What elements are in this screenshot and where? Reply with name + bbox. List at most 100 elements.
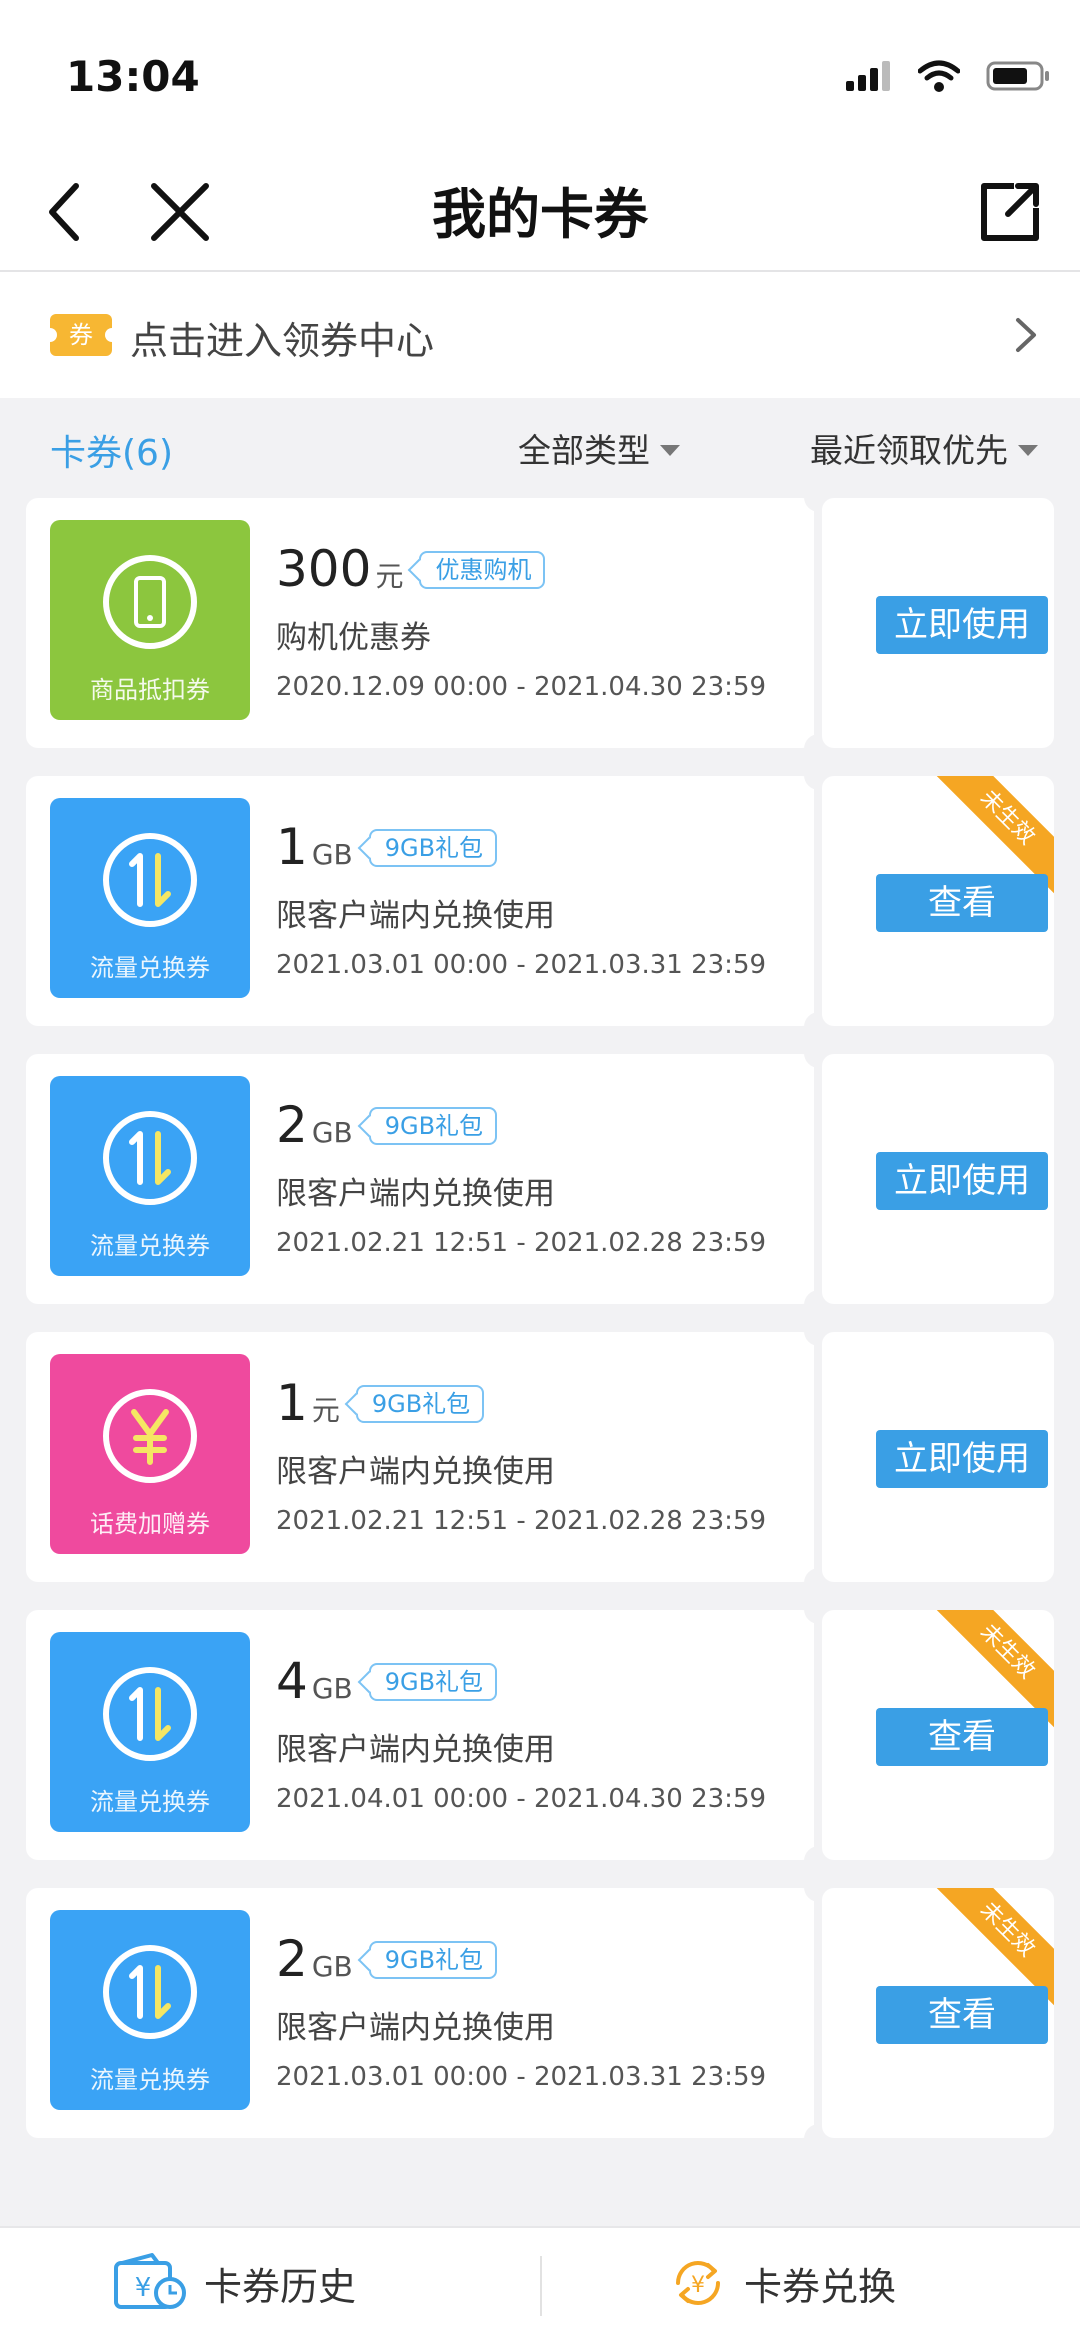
coupon-card[interactable]: 商品抵扣券 300 元优惠购机 购机优惠券 2020.12.09 00:00 - 202… — [26, 482, 1054, 764]
coupon-card[interactable]: 流量兑换券 2 GB 9GB礼包 限客户端内兑换使用 2021.02.21 12:51 -… — [26, 1038, 1054, 1320]
coupon-action-button[interactable]: 立即使用 — [876, 596, 1048, 654]
validity-period: 2021.03.01 00:00 - 2021.03.31 23:59 — [276, 2062, 767, 2092]
amount-unit: 元 — [375, 560, 404, 593]
exchange-icon: ¥ — [676, 2261, 720, 2305]
coupon-type-badge: 流量兑换券 — [50, 1910, 250, 2110]
coupon-tag: 9GB礼包 — [368, 1941, 498, 1979]
coupon-type-label: 流量兑换券 — [90, 1232, 210, 1260]
coupon-description: 限客户端内兑换使用 — [276, 2010, 555, 2046]
bottom-bar: ¥ 卡券历史 ¥ 卡券兑换 — [0, 2226, 1080, 2339]
back-button[interactable] — [30, 172, 110, 252]
coupon-tag: 9GB礼包 — [368, 829, 498, 867]
amount-value: 2 — [276, 1930, 308, 1988]
coupon-tag: 9GB礼包 — [355, 1385, 485, 1423]
coupon-type-badge: 流量兑换券 — [50, 1632, 250, 1832]
battery-icon — [986, 61, 1049, 91]
sort-label: 最近领取优先 — [810, 431, 1008, 470]
coupon-card-body: 流量兑换券 1 GB 9GB礼包限客户端内兑换使用 2021.03.01 00:00 -… — [26, 776, 814, 1026]
coupon-action-button[interactable]: 查看 — [876, 1986, 1048, 2044]
close-button[interactable] — [140, 172, 220, 252]
svg-text:¥: ¥ — [135, 2273, 152, 2303]
divider — [540, 2256, 542, 2316]
coupon-type-label: 流量兑换券 — [90, 2066, 210, 2094]
card-separator — [804, 1038, 834, 1320]
coupon-amount: 2 GB 9GB礼包 — [276, 1096, 498, 1154]
coupon-description: 限客户端内兑换使用 — [276, 898, 555, 934]
coupon-action-area: 立即使用 — [822, 1332, 1054, 1582]
wallet-clock-icon: ¥ — [114, 2253, 186, 2309]
status-time: 13:04 — [66, 52, 200, 101]
coupon-history-label: 卡券历史 — [204, 2264, 357, 2309]
coupon-center-entry[interactable]: 券 点击进入领券中心 — [0, 272, 1080, 398]
coupon-tag: 9GB礼包 — [368, 1107, 498, 1145]
status-icons — [846, 60, 1050, 92]
coupon-exchange-button[interactable]: ¥ 卡券兑换 — [668, 2248, 896, 2318]
amount-unit: GB — [311, 1672, 353, 1705]
coupon-type-label: 流量兑换券 — [90, 954, 210, 982]
coupon-amount: 300 元优惠购机 — [276, 540, 546, 598]
coupon-card-body: 话费加赠券 1 元 9GB礼包 限客户端内兑换使用 2021.02.21 12:51 - … — [26, 1332, 814, 1582]
coupon-action-button[interactable]: 立即使用 — [876, 1430, 1048, 1488]
coupon-action-area: 立即使用 — [822, 1054, 1054, 1304]
coupon-type-badge: 话费加赠券 — [50, 1354, 250, 1554]
wifi-icon — [918, 60, 960, 92]
signal-icon — [846, 61, 890, 91]
caret-down-icon — [660, 444, 680, 456]
status-bar: 13:04 — [0, 0, 1080, 150]
amount-unit: GB — [311, 1950, 353, 1983]
coupon-history-button[interactable]: ¥ 卡券历史 — [112, 2248, 356, 2318]
coupon-card[interactable]: 话费加赠券 1 元 9GB礼包 限客户端内兑换使用 2021.02.21 12:51 - … — [26, 1316, 1054, 1598]
type-filter-dropdown[interactable]: 全部类型 — [518, 424, 680, 472]
coupon-description: 购机优惠券 — [276, 620, 431, 656]
coupon-type-badge: 流量兑换券 — [50, 1076, 250, 1276]
coupon-action-area: 未生效 查看 — [822, 1888, 1054, 2138]
coupon-card[interactable]: 流量兑换券 1 GB 9GB礼包限客户端内兑换使用 2021.03.01 00:00 -… — [26, 760, 1054, 1042]
coupon-card[interactable]: 流量兑换券 4 GB 9GB礼包限客户端内兑换使用 2021.04.01 00:00 -… — [26, 1594, 1054, 1876]
card-separator — [804, 482, 834, 764]
coupon-tag: 优惠购机 — [419, 551, 546, 589]
coupon-description: 限客户端内兑换使用 — [276, 1732, 555, 1768]
svg-text:¥: ¥ — [691, 2273, 705, 2298]
chevron-left-icon — [49, 183, 79, 241]
coupon-action-button[interactable]: 立即使用 — [876, 1152, 1048, 1210]
coupon-type-badge: 流量兑换券 — [50, 798, 250, 998]
coupon-card-body: 商品抵扣券 300 元优惠购机 购机优惠券 2020.12.09 00:00 - 202… — [26, 498, 814, 748]
coupon-count: 卡券(6) — [50, 433, 173, 474]
card-separator — [804, 760, 834, 1042]
coupon-amount: 1 GB 9GB礼包 — [276, 818, 498, 876]
amount-value: 2 — [276, 1096, 308, 1154]
validity-period: 2021.04.01 00:00 - 2021.04.30 23:59 — [276, 1784, 767, 1814]
coupon-amount: 1 元 9GB礼包 — [276, 1374, 485, 1432]
amount-value: 1 — [276, 818, 308, 876]
coupon-exchange-label: 卡券兑换 — [744, 2264, 897, 2309]
amount-value: 1 — [276, 1374, 308, 1432]
sort-dropdown[interactable]: 最近领取优先 — [810, 424, 1038, 472]
validity-period: 2021.02.21 12:51 - 2021.02.28 23:59 — [276, 1228, 767, 1258]
coupon-action-area: 立即使用 — [822, 498, 1054, 748]
coupon-card-body: 流量兑换券 2 GB 9GB礼包 限客户端内兑换使用 2021.02.21 12:51 -… — [26, 1054, 814, 1304]
coupon-description: 限客户端内兑换使用 — [276, 1454, 555, 1490]
coupon-amount: 4 GB 9GB礼包 — [276, 1652, 498, 1710]
amount-value: 4 — [276, 1652, 308, 1710]
card-separator — [804, 1316, 834, 1598]
coupon-action-area: 未生效 查看 — [822, 1610, 1054, 1860]
amount-value: 300 — [276, 540, 372, 598]
coupon-action-area: 未生效 查看 — [822, 776, 1054, 1026]
card-separator — [804, 1872, 834, 2154]
share-icon — [981, 183, 1039, 241]
coupon-card[interactable]: 流量兑换券 2 GB 9GB礼包限客户端内兑换使用 2021.03.01 00:00 -… — [26, 1872, 1054, 2154]
card-separator — [804, 1594, 834, 1876]
chevron-right-icon — [1016, 318, 1036, 352]
validity-period: 2021.03.01 00:00 - 2021.03.31 23:59 — [276, 950, 767, 980]
type-filter-label: 全部类型 — [518, 431, 650, 470]
caret-down-icon — [1018, 444, 1038, 456]
coupon-action-button[interactable]: 查看 — [876, 874, 1048, 932]
amount-unit: GB — [311, 1116, 353, 1149]
coupon-amount: 2 GB 9GB礼包 — [276, 1930, 498, 1988]
amount-unit: 元 — [311, 1394, 340, 1427]
coupon-action-button[interactable]: 查看 — [876, 1708, 1048, 1766]
coupon-type-label: 话费加赠券 — [90, 1510, 210, 1538]
coupon-type-label: 商品抵扣券 — [90, 676, 210, 704]
share-button[interactable] — [970, 172, 1050, 252]
nav-bar: 我的卡券 — [0, 150, 1080, 272]
